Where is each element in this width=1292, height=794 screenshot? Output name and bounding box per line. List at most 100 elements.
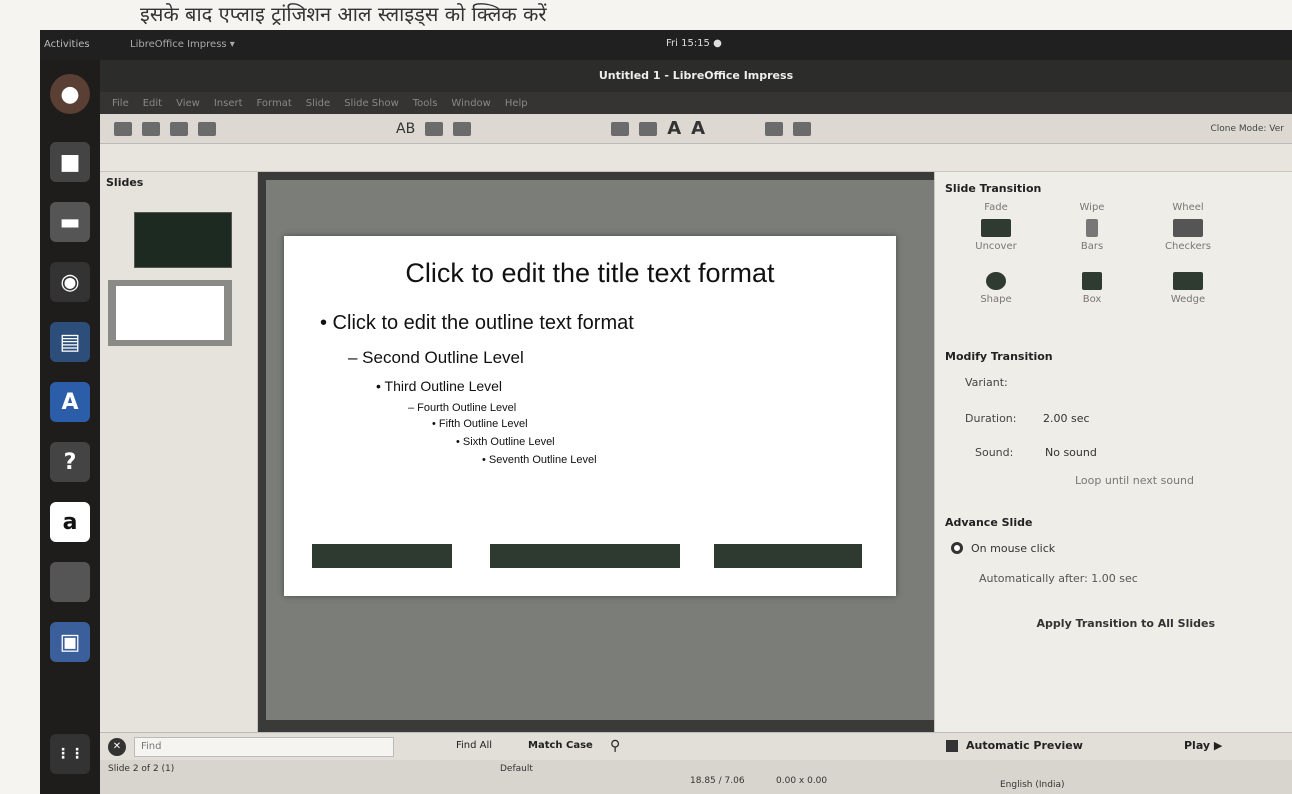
outline-level-4[interactable]: – Fourth Outline Level [408,402,516,414]
transition-box[interactable]: Box [1057,266,1127,322]
transition-shape[interactable]: Shape [961,266,1031,322]
outline-level-7[interactable]: • Seventh Outline Level [482,454,597,466]
table-icon[interactable] [425,121,444,136]
transition-wheel[interactable]: Wheel Checkers [1153,202,1223,258]
transition-wheel-caption: Checkers [1165,241,1211,252]
find-toolbar: ✕ Find Find All Match Case ⚲ [100,732,934,760]
help-icon[interactable]: ? [50,442,90,482]
transition-fade-label: Fade [984,202,1008,213]
preview-checkbox[interactable] [946,740,958,752]
find-options-icon[interactable]: ⚲ [610,738,620,754]
window-title: Untitled 1 - LibreOffice Impress [100,60,1292,92]
cursor-position: 18.85 / 7.06 [690,776,745,786]
folder-icon[interactable]: ▬ [50,202,90,242]
find-all-button[interactable]: Find All [456,740,492,751]
sound-label: Sound: [975,446,1014,459]
outline-level-5[interactable]: • Fifth Outline Level [432,418,528,430]
chart-icon[interactable] [639,121,658,136]
loop-sound-checkbox[interactable]: Loop until next sound [1075,474,1194,487]
language-status[interactable]: English (India) [1000,780,1064,790]
slide-title[interactable]: Click to edit the title text format [284,258,896,289]
menu-window[interactable]: Window [451,98,490,109]
slide-thumbnail-2[interactable] [108,280,232,346]
show-draw-icon[interactable] [793,121,812,136]
menu-help[interactable]: Help [505,98,528,109]
clone-mode-label[interactable]: Clone Mode: Ver [1210,124,1284,134]
menu-view[interactable]: View [176,98,200,109]
shape-icon [986,272,1006,290]
match-case-checkbox[interactable]: Match Case [528,740,593,751]
play-button[interactable]: Play ▶ [1184,739,1222,752]
duration-field[interactable]: 2.00 sec [1043,412,1090,425]
app-icon[interactable] [50,562,90,602]
object-size: 0.00 x 0.00 [776,776,828,786]
transition-fade[interactable]: Fade Uncover [961,202,1031,258]
close-find-icon[interactable]: ✕ [108,738,126,756]
outline-level-6[interactable]: • Sixth Outline Level [456,436,555,448]
on-mouse-click-label[interactable]: On mouse click [971,542,1055,555]
text-icon[interactable]: A [691,118,705,139]
image-icon[interactable] [453,121,472,136]
advance-slide-header: Advance Slide [945,516,1033,529]
slides-pane-header: Slides [106,176,144,189]
export-icon[interactable] [198,121,216,136]
wipe-icon [1086,219,1098,237]
impress-icon[interactable]: ▣ [50,622,90,662]
slide-canvas[interactable]: Click to edit the title text format • Cl… [266,180,934,720]
software-center-icon[interactable]: A [50,382,90,422]
open-icon[interactable] [142,121,160,136]
transition-wedge-label: Wedge [1170,294,1206,305]
save-icon[interactable] [170,121,188,136]
variant-label: Variant: [965,376,1008,389]
transition-wheel-label: Wheel [1172,202,1204,213]
menu-slide-show[interactable]: Slide Show [344,98,399,109]
slides-pane: Slides [100,172,258,732]
writer-icon[interactable]: ▤ [50,322,90,362]
slide-count: Slide 2 of 2 (1) [108,764,175,774]
menu-file[interactable]: File [112,98,129,109]
menu-tools[interactable]: Tools [413,98,438,109]
slide[interactable]: Click to edit the title text format • Cl… [284,236,896,596]
modify-transition-header: Modify Transition [945,350,1053,363]
slide-thumbnail-2-preview [116,286,224,340]
rhythmbox-icon[interactable]: ◉ [50,262,90,302]
menu-format[interactable]: Format [257,98,292,109]
checkers-icon [1173,219,1203,237]
transition-fade-caption: Uncover [975,241,1017,252]
transition-box-label: Box [1082,294,1102,305]
activities-button[interactable]: Activities [44,39,90,50]
clock[interactable]: Fri 15:15 ● [666,38,722,49]
slide-thumbnail-1[interactable] [134,212,232,268]
line-icon[interactable] [765,121,784,136]
automatically-after-label[interactable]: Automatically after: 1.00 sec [979,572,1138,585]
ubuntu-logo-icon[interactable]: ● [50,74,90,114]
launcher: ● ■ ▬ ◉ ▤ A ? a ▣ ⋮⋮ [40,60,100,794]
footer-field[interactable] [490,544,680,568]
menu-edit[interactable]: Edit [143,98,162,109]
new-icon[interactable] [114,121,132,136]
textbox-icon[interactable] [611,121,630,136]
outline-level-1[interactable]: • Click to edit the outline text format [320,312,634,335]
outline-level-2[interactable]: – Second Outline Level [348,348,524,368]
show-apps-icon[interactable]: ⋮⋮ [50,734,90,774]
menu-slide[interactable]: Slide [306,98,330,109]
fontwork-icon[interactable]: A [667,118,681,139]
files-icon[interactable]: ■ [50,142,90,182]
slide-number-footer[interactable] [714,544,862,568]
apply-to-all-slides-button[interactable]: Apply Transition to All Slides [975,612,1215,636]
find-input[interactable]: Find [134,737,394,757]
transition-wedge[interactable]: Wedge [1153,266,1223,322]
on-mouse-click-radio[interactable] [951,542,963,554]
outline-level-3[interactable]: • Third Outline Level [376,378,502,394]
sound-select[interactable]: No sound [1045,446,1097,459]
slide-transition-header: Slide Transition [945,182,1042,195]
app-menu[interactable]: LibreOffice Impress ▾ [130,39,235,50]
date-footer[interactable] [312,544,452,568]
fade-icon [981,219,1011,237]
transition-wipe[interactable]: Wipe Bars [1057,202,1127,258]
amazon-icon[interactable]: a [50,502,90,542]
spellcheck-icon[interactable]: AB [396,121,415,137]
automatic-preview-label[interactable]: Automatic Preview [966,739,1083,752]
menu-insert[interactable]: Insert [214,98,243,109]
top-bar: Activities LibreOffice Impress ▾ Fri 15:… [40,30,1292,60]
